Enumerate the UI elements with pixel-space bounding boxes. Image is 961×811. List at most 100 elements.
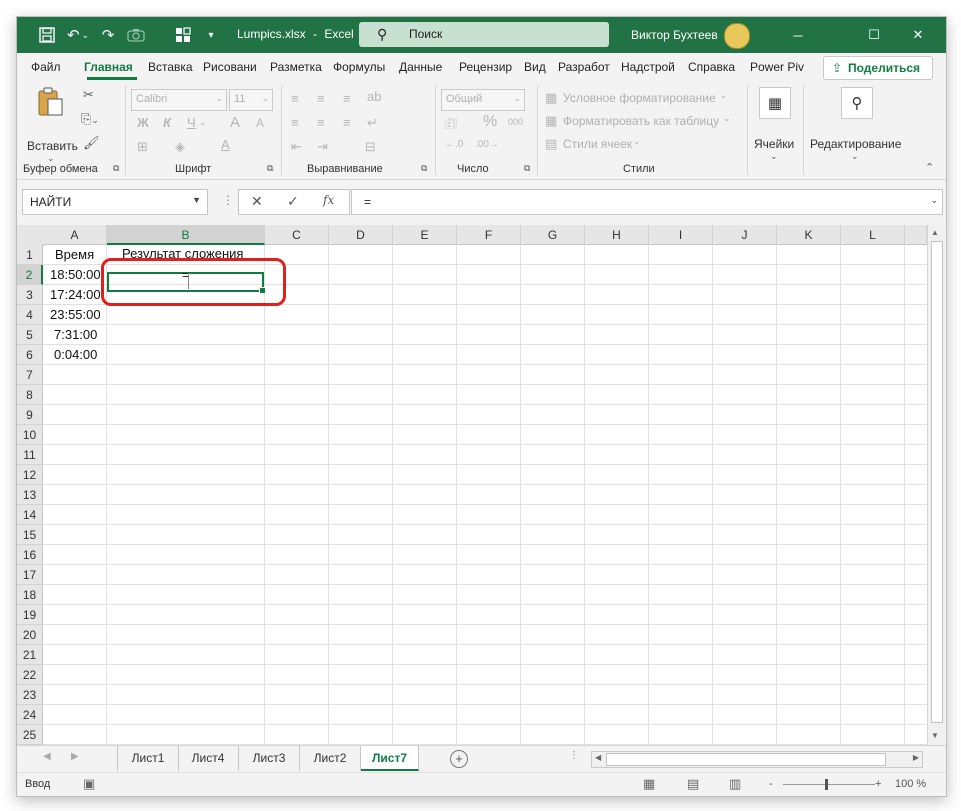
tab-split-grip-icon[interactable]: ⋮	[569, 750, 579, 761]
worksheet-grid[interactable]: A B C D E F G H I J K L 1 2 3 4 5 6 7 8 …	[17, 225, 927, 745]
grow-font-button[interactable]: A	[230, 114, 240, 131]
row-header[interactable]: 4	[17, 305, 43, 325]
user-name[interactable]: Виктор Бухтеев	[631, 28, 718, 42]
row-header[interactable]: 2	[17, 265, 43, 285]
undo-icon[interactable]: ↶ ⌄	[65, 23, 91, 47]
normal-view-icon[interactable]: ▦	[643, 776, 655, 792]
borders-icon[interactable]: ⊞	[137, 139, 148, 155]
row-header[interactable]: 16	[17, 545, 43, 565]
row-header[interactable]: 22	[17, 665, 43, 685]
zoom-slider-thumb[interactable]	[825, 779, 828, 790]
cell-a1[interactable]: Время	[55, 245, 94, 265]
row-header[interactable]: 23	[17, 685, 43, 705]
column-header[interactable]: J	[713, 225, 777, 245]
avatar[interactable]	[724, 23, 750, 49]
font-launcher-icon[interactable]: ⧉	[267, 163, 273, 174]
cell-styles-icon[interactable]: ▤	[545, 136, 557, 152]
merge-cells-icon[interactable]: ⊟	[365, 139, 376, 155]
wrap-text-icon[interactable]: ↵	[367, 115, 378, 131]
shrink-font-button[interactable]: A	[256, 116, 264, 130]
copy-icon[interactable]: ⎘⌄	[81, 111, 99, 127]
increase-indent-icon[interactable]: ⇥	[317, 139, 328, 155]
format-painter-icon[interactable]: 🖌	[83, 135, 100, 151]
bold-button[interactable]: Ж	[137, 115, 149, 130]
collapse-ribbon-icon[interactable]: ⌃	[925, 161, 934, 174]
row-header[interactable]: 13	[17, 485, 43, 505]
tab-review[interactable]: Рецензир	[459, 60, 512, 74]
row-header[interactable]: 21	[17, 645, 43, 665]
row-header[interactable]: 11	[17, 445, 43, 465]
format-as-table-button[interactable]: Форматировать как таблицу	[563, 114, 719, 128]
autosave-disk-icon[interactable]	[35, 23, 59, 47]
select-all-button[interactable]	[17, 225, 44, 246]
scroll-up-icon[interactable]: ▲	[931, 228, 939, 237]
font-size-select[interactable]: 11 ⌄	[229, 89, 273, 111]
scroll-left-icon[interactable]: ◀	[595, 753, 601, 762]
column-header[interactable]: I	[649, 225, 713, 245]
expand-formula-icon[interactable]: ⌄	[930, 195, 938, 206]
sheet-tab[interactable]: Лист3	[239, 746, 300, 771]
column-header[interactable]: C	[265, 225, 329, 245]
chevron-down-icon[interactable]: ⌄	[720, 90, 728, 101]
zoom-slider[interactable]	[783, 784, 875, 785]
align-right-icon[interactable]: ≡	[343, 115, 351, 130]
font-color-icon[interactable]: A	[221, 137, 230, 152]
chevron-down-icon[interactable]: ⌄	[633, 136, 641, 147]
form-grid-icon[interactable]	[173, 23, 193, 47]
row-header[interactable]: 3	[17, 285, 43, 305]
decrease-indent-icon[interactable]: ⇤	[291, 139, 302, 155]
paste-icon[interactable]	[37, 87, 65, 124]
tab-view[interactable]: Вид	[524, 60, 546, 74]
tab-developer[interactable]: Разработ	[558, 60, 610, 74]
row-header[interactable]: 6	[17, 345, 43, 365]
vertical-scrollbar[interactable]: ▲ ▼	[927, 225, 945, 745]
align-middle-icon[interactable]: ≡	[317, 91, 325, 106]
column-header[interactable]: H	[585, 225, 649, 245]
sheet-tab[interactable]: Лист2	[300, 746, 361, 771]
align-bottom-icon[interactable]: ≡	[343, 91, 351, 106]
row-header[interactable]: 12	[17, 465, 43, 485]
increase-decimal-icon[interactable]: ←.0	[445, 139, 463, 150]
row-header[interactable]: 10	[17, 425, 43, 445]
orientation-icon[interactable]: ab	[367, 89, 381, 104]
column-header[interactable]	[905, 225, 927, 245]
scroll-thumb[interactable]	[931, 241, 943, 723]
sheet-tab[interactable]: Лист4	[178, 746, 239, 771]
align-left-icon[interactable]: ≡	[291, 115, 299, 130]
row-header[interactable]: 19	[17, 605, 43, 625]
accessibility-icon[interactable]: ▣	[83, 776, 95, 792]
italic-button[interactable]: К	[163, 115, 171, 130]
align-top-icon[interactable]: ≡	[291, 91, 299, 106]
format-as-table-icon[interactable]: ▦	[545, 113, 557, 129]
tab-insert[interactable]: Вставка	[148, 60, 193, 74]
cancel-icon[interactable]: ✕	[251, 193, 263, 210]
chevron-down-icon[interactable]: ⌄	[723, 113, 731, 124]
redo-icon[interactable]: ↷	[97, 23, 119, 47]
thousands-button[interactable]: 000	[508, 117, 523, 127]
row-header[interactable]: 9	[17, 405, 43, 425]
fill-color-icon[interactable]: ◈	[175, 139, 185, 155]
chevron-down-icon[interactable]: ⌄	[851, 151, 859, 162]
row-header[interactable]: 24	[17, 705, 43, 725]
sheet-tab-active[interactable]: Лист7	[361, 746, 419, 771]
number-launcher-icon[interactable]: ⧉	[524, 163, 530, 174]
decrease-decimal-icon[interactable]: .00→	[475, 139, 499, 150]
row-header[interactable]: 25	[17, 725, 43, 745]
zoom-in-button[interactable]: +	[875, 778, 881, 790]
formula-input[interactable]: = ⌄	[351, 189, 943, 215]
next-sheet-icon[interactable]: ▶	[71, 751, 79, 762]
tab-data[interactable]: Данные	[399, 60, 442, 74]
tab-layout[interactable]: Разметка	[270, 60, 322, 74]
underline-button[interactable]: Ч	[187, 115, 196, 130]
conditional-format-button[interactable]: Условное форматирование	[563, 91, 716, 105]
tab-draw[interactable]: Рисовани	[203, 60, 257, 74]
scroll-thumb[interactable]	[606, 753, 886, 766]
tab-addins[interactable]: Надстрой	[621, 60, 675, 74]
row-header[interactable]: 1	[17, 245, 43, 265]
page-layout-icon[interactable]: ▤	[687, 776, 699, 792]
row-header[interactable]: 7	[17, 365, 43, 385]
cell-a3[interactable]: 17:24:00	[50, 285, 101, 305]
close-icon[interactable]: ✕	[903, 23, 933, 47]
horizontal-scrollbar[interactable]: ◀ ▶	[591, 751, 923, 768]
alignment-launcher-icon[interactable]: ⧉	[421, 163, 427, 174]
